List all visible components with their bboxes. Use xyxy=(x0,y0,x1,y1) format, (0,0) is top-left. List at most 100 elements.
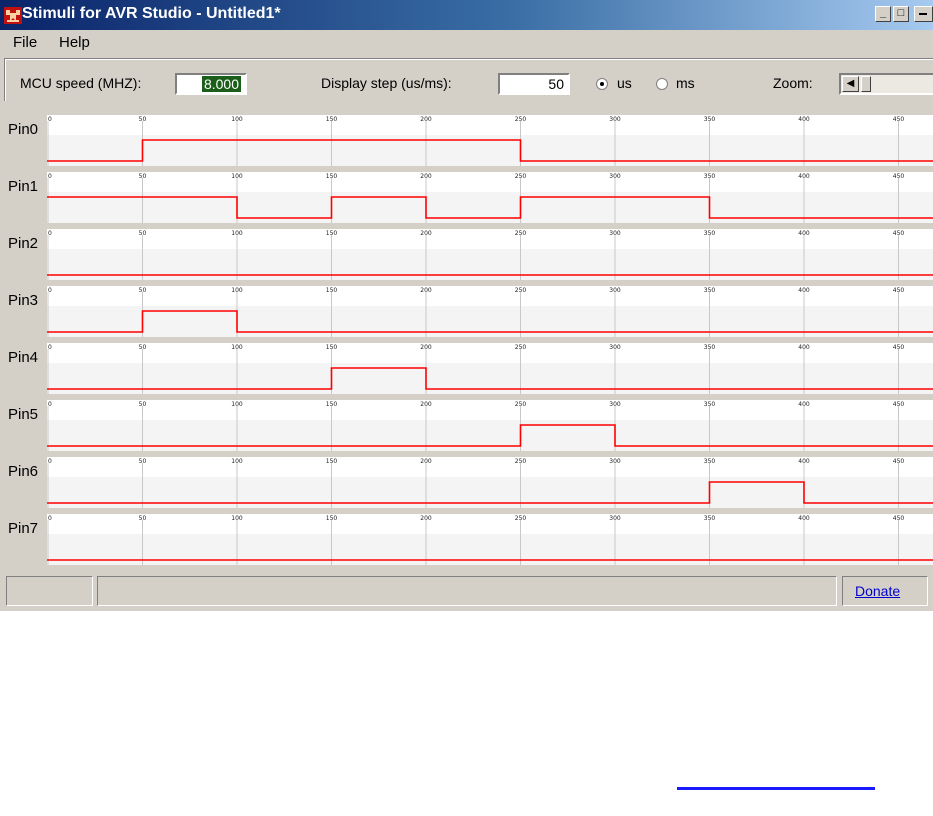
display-step-input[interactable]: 50 xyxy=(498,73,570,95)
tick-label: 450 xyxy=(893,458,905,465)
menu-file[interactable]: File xyxy=(13,34,37,51)
tick-label: 250 xyxy=(515,116,527,123)
tick-label: 200 xyxy=(420,116,432,123)
tick-label: 150 xyxy=(326,116,338,123)
tick-label: 250 xyxy=(515,287,527,294)
tick-label: 400 xyxy=(798,401,810,408)
tick-label: 300 xyxy=(609,230,621,237)
tick-label: 450 xyxy=(893,344,905,351)
tick-label: 150 xyxy=(326,173,338,180)
tick-label: 100 xyxy=(231,515,243,522)
waveform-plot[interactable]: 0 50 100 150 200 250 300 350 400 450 xyxy=(47,286,933,337)
tick-label: 300 xyxy=(609,458,621,465)
pin-label: Pin7 xyxy=(8,520,39,537)
tick-label: 300 xyxy=(609,515,621,522)
tick-label: 150 xyxy=(326,287,338,294)
tick-label: 400 xyxy=(798,116,810,123)
tick-label: 200 xyxy=(420,173,432,180)
pin-label: Pin5 xyxy=(8,406,39,423)
waveform-plot[interactable]: 0 50 100 150 200 250 300 350 400 450 xyxy=(47,229,933,280)
channel-pin0[interactable]: Pin0 0 50 100 150 200 250 300 350 400 450 xyxy=(0,112,933,169)
tick-label: 150 xyxy=(326,344,338,351)
unit-us-radio[interactable] xyxy=(596,78,608,90)
tick-label: 400 xyxy=(798,287,810,294)
tick-label: 250 xyxy=(515,458,527,465)
channel-pin6[interactable]: Pin6 0 50 100 150 200 250 300 350 400 450 xyxy=(0,454,933,511)
tick-label: 450 xyxy=(893,230,905,237)
tick-label: 300 xyxy=(609,344,621,351)
tick-label: 250 xyxy=(515,515,527,522)
channel-pin2[interactable]: Pin2 0 50 100 150 200 250 300 350 400 450 xyxy=(0,226,933,283)
unit-ms-radio[interactable] xyxy=(656,78,668,90)
tick-label: 200 xyxy=(420,458,432,465)
tick-label: 100 xyxy=(231,458,243,465)
tick-label: 300 xyxy=(609,173,621,180)
maximize-button[interactable]: □ xyxy=(893,6,909,22)
minimize-button[interactable]: _ xyxy=(875,6,891,22)
waveform-plot[interactable]: 0 50 100 150 200 250 300 350 400 450 xyxy=(47,514,933,565)
tick-label: 350 xyxy=(704,344,716,351)
tick-label: 250 xyxy=(515,401,527,408)
pin-label: Pin0 xyxy=(8,121,39,138)
tick-label: 50 xyxy=(139,230,147,237)
window-title: Stimuli for AVR Studio - Untitled1* xyxy=(22,5,281,22)
tick-label: 250 xyxy=(515,173,527,180)
zoom-slider-thumb[interactable] xyxy=(861,76,871,92)
donate-link[interactable]: Donate xyxy=(855,583,900,599)
status-panel-donate: Donate xyxy=(842,576,928,606)
status-panel-left xyxy=(6,576,93,606)
tick-label: 450 xyxy=(893,401,905,408)
tick-label: 100 xyxy=(231,401,243,408)
tick-label: 200 xyxy=(420,344,432,351)
waveform-plot[interactable]: 0 50 100 150 200 250 300 350 400 450 xyxy=(47,400,933,451)
tick-label: 400 xyxy=(798,344,810,351)
mcu-speed-value: 8.000 xyxy=(201,76,241,92)
zoom-slider[interactable]: ◀ xyxy=(839,73,933,95)
channel-pin4[interactable]: Pin4 0 50 100 150 200 250 300 350 400 450 xyxy=(0,340,933,397)
tick-label: 50 xyxy=(139,515,147,522)
tick-label: 100 xyxy=(231,287,243,294)
tick-label: 450 xyxy=(893,116,905,123)
unit-ms-label[interactable]: ms xyxy=(676,75,695,91)
pin-label: Pin2 xyxy=(8,235,39,252)
radio-selected-dot xyxy=(600,82,604,86)
tick-label: 200 xyxy=(420,401,432,408)
waveform-plot[interactable]: 0 50 100 150 200 250 300 350 400 450 xyxy=(47,115,933,166)
tick-label: 0 xyxy=(48,344,52,351)
waveform-plot[interactable]: 0 50 100 150 200 250 300 350 400 450 xyxy=(47,172,933,223)
unit-us-label[interactable]: us xyxy=(617,75,632,91)
tick-label: 100 xyxy=(231,173,243,180)
channel-pin7[interactable]: Pin7 0 50 100 150 200 250 300 350 400 450 xyxy=(0,511,933,568)
channel-pin3[interactable]: Pin3 0 50 100 150 200 250 300 350 400 450 xyxy=(0,283,933,340)
waveform-plot[interactable]: 0 50 100 150 200 250 300 350 400 450 xyxy=(47,457,933,508)
tick-label: 0 xyxy=(48,116,52,123)
mcu-speed-input[interactable]: 8.000 xyxy=(175,73,247,95)
tick-label: 350 xyxy=(704,401,716,408)
close-button[interactable] xyxy=(914,6,933,22)
tick-label: 50 xyxy=(139,116,147,123)
waveform-plot[interactable]: 0 50 100 150 200 250 300 350 400 450 xyxy=(47,343,933,394)
tick-label: 350 xyxy=(704,515,716,522)
tick-label: 400 xyxy=(798,515,810,522)
tick-label: 200 xyxy=(420,515,432,522)
title-bar[interactable]: Stimuli for AVR Studio - Untitled1* _ □ xyxy=(0,0,933,30)
tick-label: 0 xyxy=(48,173,52,180)
tick-label: 150 xyxy=(326,401,338,408)
tick-label: 250 xyxy=(515,344,527,351)
tick-label: 100 xyxy=(231,230,243,237)
channel-separator xyxy=(47,565,933,568)
tick-label: 350 xyxy=(704,458,716,465)
menu-help[interactable]: Help xyxy=(59,34,90,51)
pin-label: Pin6 xyxy=(8,463,39,480)
scroll-left-icon[interactable]: ◀ xyxy=(842,76,859,92)
pin-label: Pin4 xyxy=(8,349,39,366)
link-underline-bar xyxy=(677,787,875,790)
status-bar: Donate xyxy=(0,573,933,611)
app-logo-icon xyxy=(4,7,22,24)
app-window: Stimuli for AVR Studio - Untitled1* _ □ … xyxy=(0,0,933,611)
toolbar: MCU speed (MHZ): 8.000 Display step (us/… xyxy=(4,58,933,101)
tick-label: 350 xyxy=(704,230,716,237)
tick-label: 150 xyxy=(326,230,338,237)
channel-pin5[interactable]: Pin5 0 50 100 150 200 250 300 350 400 450 xyxy=(0,397,933,454)
channel-pin1[interactable]: Pin1 0 50 100 150 200 250 300 350 400 450 xyxy=(0,169,933,226)
